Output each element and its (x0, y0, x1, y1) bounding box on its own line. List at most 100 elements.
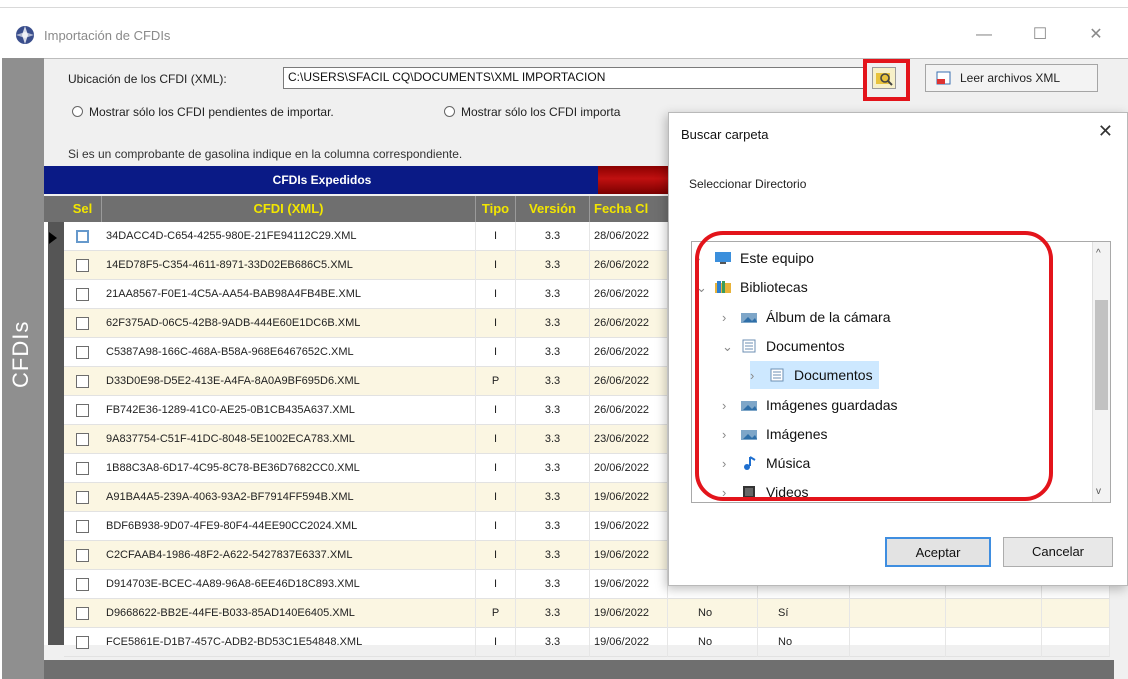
cell-fecha: 19/06/2022 (590, 628, 668, 657)
chevron-right-icon[interactable]: › (722, 392, 740, 420)
cell-cfdi-file: D914703E-BCEC-4A89-96A8-6EE46D18C893.XML (104, 570, 476, 599)
cell-version: 3.3 (516, 541, 590, 570)
cell-fecha: 19/06/2022 (590, 599, 668, 628)
row-checkbox[interactable] (76, 578, 89, 591)
cell-version: 3.3 (516, 309, 590, 338)
cell-version: 3.3 (516, 280, 590, 309)
chevron-right-icon[interactable]: › (722, 421, 740, 449)
tree-item-label: Bibliotecas (740, 279, 808, 295)
cell-fecha: 19/06/2022 (590, 570, 668, 599)
row-checkbox[interactable] (76, 230, 89, 243)
cancelar-button[interactable]: Cancelar (1003, 537, 1113, 567)
cell-version: 3.3 (516, 512, 590, 541)
picture-folder-icon (740, 397, 766, 413)
row-checkbox[interactable] (76, 491, 89, 504)
minimize-button[interactable]: — (964, 22, 1004, 48)
radio-importados[interactable]: Mostrar sólo los CFDI importa (444, 105, 620, 119)
cell-col8 (946, 628, 1042, 657)
leer-xml-label: Leer archivos XML (960, 71, 1061, 85)
cell-cfdi-file: C5387A98-166C-468A-B58A-968E6467652C.XML (104, 338, 476, 367)
chevron-right-icon[interactable]: › (722, 479, 740, 502)
chevron-down-icon[interactable]: ⌄ (696, 274, 714, 302)
column-header-fecha[interactable]: Fecha Cl (590, 196, 668, 222)
dialog-title: Buscar carpeta (681, 127, 769, 142)
xml-path-input[interactable]: C:\USERS\SFACIL CQ\DOCUMENTS\XML IMPORTA… (283, 67, 883, 89)
row-checkbox[interactable] (76, 607, 89, 620)
table-row[interactable]: FCE5861E-D1B7-457C-ADB2-BD53C1E54848.XML… (64, 628, 1110, 657)
table-row[interactable]: D9668622-BB2E-44FE-B033-85AD140E6405.XML… (64, 599, 1110, 628)
tree-item[interactable]: › Videos (722, 478, 809, 502)
column-header-cfdi[interactable]: CFDI (XML) (102, 196, 476, 222)
radio-dot (444, 106, 455, 117)
row-checkbox[interactable] (76, 462, 89, 475)
chevron-right-icon[interactable]: › (722, 450, 740, 478)
cell-tipo: P (476, 367, 516, 396)
column-header-tipo[interactable]: Tipo (476, 196, 516, 222)
row-header-column (48, 222, 64, 645)
row-checkbox[interactable] (76, 433, 89, 446)
tree-item[interactable]: › Álbum de la cámara (722, 303, 891, 331)
chevron-right-icon[interactable]: › (722, 304, 740, 332)
row-checkbox[interactable] (76, 520, 89, 533)
chevron-right-icon[interactable]: › (750, 362, 768, 390)
tree-item-label: Música (766, 455, 811, 471)
tree-item[interactable]: ⌄ Documentos (722, 332, 845, 360)
row-checkbox[interactable] (76, 259, 89, 272)
row-checkbox[interactable] (76, 375, 89, 388)
cell-cfdi-file: 1B88C3A8-6D17-4C95-8C78-BE36D7682CC0.XML (104, 454, 476, 483)
cell-tipo: I (476, 628, 516, 657)
folder-tree[interactable]: › Este equipo ⌄ Bibliotecas › Álbum de la cám… (691, 241, 1111, 503)
cell-tipo: I (476, 483, 516, 512)
cell-version: 3.3 (516, 425, 590, 454)
cell-version: 3.3 (516, 222, 590, 251)
row-checkbox[interactable] (76, 404, 89, 417)
row-checkbox[interactable] (76, 288, 89, 301)
radio-pendientes[interactable]: Mostrar sólo los CFDI pendientes de impo… (72, 105, 334, 119)
aceptar-button[interactable]: Aceptar (885, 537, 991, 567)
row-checkbox[interactable] (76, 549, 89, 562)
scroll-thumb[interactable] (1095, 300, 1108, 410)
cell-version: 3.3 (516, 454, 590, 483)
tree-item[interactable]: › Este equipo (696, 244, 814, 272)
chevron-right-icon[interactable]: › (696, 245, 714, 273)
browse-folder-button[interactable] (863, 59, 910, 101)
cell-col8 (946, 599, 1042, 628)
cell-fecha: 23/06/2022 (590, 425, 668, 454)
close-button[interactable]: ✕ (1076, 22, 1116, 48)
cell-col6: No (758, 628, 850, 657)
maximize-button[interactable]: ☐ (1020, 22, 1060, 48)
cell-tipo: I (476, 309, 516, 338)
scroll-up-icon[interactable]: ^ (1096, 248, 1101, 259)
tree-item[interactable]: ⌄ Bibliotecas (696, 273, 808, 301)
tree-item-label: Este equipo (740, 250, 814, 266)
tree-item[interactable]: › Imágenes (722, 420, 827, 448)
tree-item[interactable]: › Documentos (750, 361, 879, 389)
chevron-down-icon[interactable]: ⌄ (722, 333, 740, 361)
tree-item[interactable]: › Imágenes guardadas (722, 391, 898, 419)
cell-tipo: I (476, 541, 516, 570)
cell-fecha: 28/06/2022 (590, 222, 668, 251)
cell-cfdi-file: 34DACC4D-C654-4255-980E-21FE94112C29.XML (104, 222, 476, 251)
tree-item[interactable]: › Música (722, 449, 810, 477)
row-checkbox[interactable] (76, 636, 89, 649)
cell-cfdi-file: FCE5861E-D1B7-457C-ADB2-BD53C1E54848.XML (104, 628, 476, 657)
xml-file-icon (936, 71, 951, 85)
tree-item-label: Álbum de la cámara (766, 309, 891, 325)
leer-xml-button[interactable]: Leer archivos XML (925, 64, 1098, 92)
cell-version: 3.3 (516, 396, 590, 425)
cell-col9 (1042, 599, 1110, 628)
cell-fecha: 26/06/2022 (590, 309, 668, 338)
buscar-carpeta-dialog: Buscar carpeta ✕ Seleccionar Directorio … (668, 112, 1128, 586)
tree-scrollbar[interactable]: ^ v (1092, 242, 1110, 502)
row-checkbox[interactable] (76, 317, 89, 330)
column-header-sel[interactable]: Sel (64, 196, 102, 222)
cell-cfdi-file: C2CFAAB4-1986-48F2-A622-5427837E6337.XML (104, 541, 476, 570)
side-tab[interactable]: CFDIs (2, 58, 44, 679)
picture-folder-icon (740, 309, 766, 325)
scroll-down-icon[interactable]: v (1096, 486, 1101, 497)
dialog-close-button[interactable]: ✕ (1098, 121, 1113, 142)
row-checkbox[interactable] (76, 346, 89, 359)
cell-version: 3.3 (516, 251, 590, 280)
cell-cfdi-file: 14ED78F5-C354-4611-8971-33D02EB686C5.XML (104, 251, 476, 280)
column-header-version[interactable]: Versión (516, 196, 590, 222)
